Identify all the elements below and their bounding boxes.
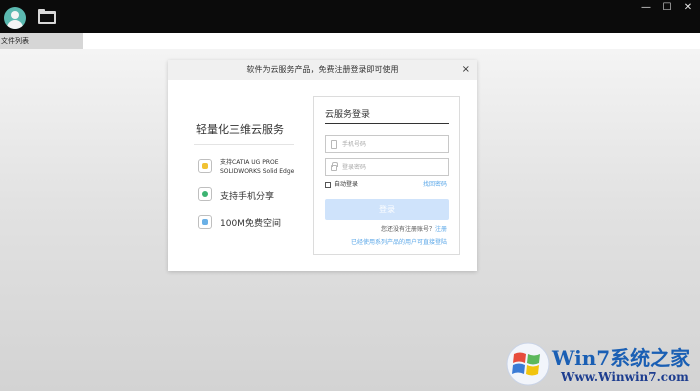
auto-login-label: 自动登录 (334, 181, 359, 188)
feature-cad-support: 支持CATIA UG PROE SOLIDWORKS Solid Edge (220, 159, 295, 175)
feature-mobile-share: 支持手机分享 (220, 192, 275, 202)
password-field[interactable] (325, 158, 449, 176)
phone-icon (331, 140, 337, 149)
login-panel: 云服务登录 自动登录 找回密码 登录 您还没有注册账号？注册 已经使用系列产品的… (313, 96, 460, 255)
windows-logo-icon (506, 342, 550, 386)
existing-user-link[interactable]: 已经使用系列产品的用户可直接登陆 (351, 237, 447, 246)
title-bar: — ☐ ✕ (0, 0, 700, 33)
forgot-password-link[interactable]: 找回密码 (423, 179, 447, 188)
login-title: 云服务登录 (325, 110, 371, 120)
tab-bar: 文件列表 (0, 33, 700, 49)
lock-icon (331, 162, 338, 171)
dialog-header: 软件为云服务产品，免费注册登录即可使用 × (168, 60, 477, 80)
login-dialog: 软件为云服务产品，免费注册登录即可使用 × 轻量化三维云服务 支持CATIA U… (168, 60, 477, 271)
phone-input[interactable] (342, 137, 446, 151)
close-window-button[interactable]: ✕ (678, 2, 698, 14)
watermark-title: Win7系统之家 (552, 346, 691, 370)
user-avatar-icon[interactable] (4, 7, 26, 29)
maximize-button[interactable]: ☐ (657, 2, 677, 14)
login-button[interactable]: 登录 (325, 199, 449, 220)
tab-file-list[interactable]: 文件列表 (0, 33, 83, 49)
mobile-share-icon (198, 187, 212, 201)
minimize-button[interactable]: — (636, 2, 656, 14)
register-prompt: 您还没有注册账号？注册 (381, 224, 447, 233)
login-title-underline (325, 123, 449, 124)
auto-login-checkbox[interactable] (325, 181, 331, 188)
feature-free-space: 100M免费空间 (220, 219, 281, 229)
dialog-title: 软件为云服务产品，免费注册登录即可使用 (246, 65, 399, 74)
register-link[interactable]: 注册 (435, 226, 447, 233)
no-account-text: 您还没有注册账号？ (380, 226, 435, 233)
dialog-close-button[interactable]: × (462, 60, 470, 80)
folder-icon[interactable] (38, 9, 56, 24)
password-input[interactable] (342, 160, 446, 174)
service-title: 轻量化三维云服务 (196, 123, 284, 136)
storage-icon (198, 215, 212, 229)
phone-field[interactable] (325, 135, 449, 153)
divider (194, 144, 294, 145)
watermark-url: Www.Winwin7.com (561, 370, 689, 384)
watermark: Win7系统之家 Www.Winwin7.com (505, 340, 700, 391)
auto-login-option[interactable]: 自动登录 (325, 179, 358, 188)
cad-format-icon (198, 159, 212, 173)
